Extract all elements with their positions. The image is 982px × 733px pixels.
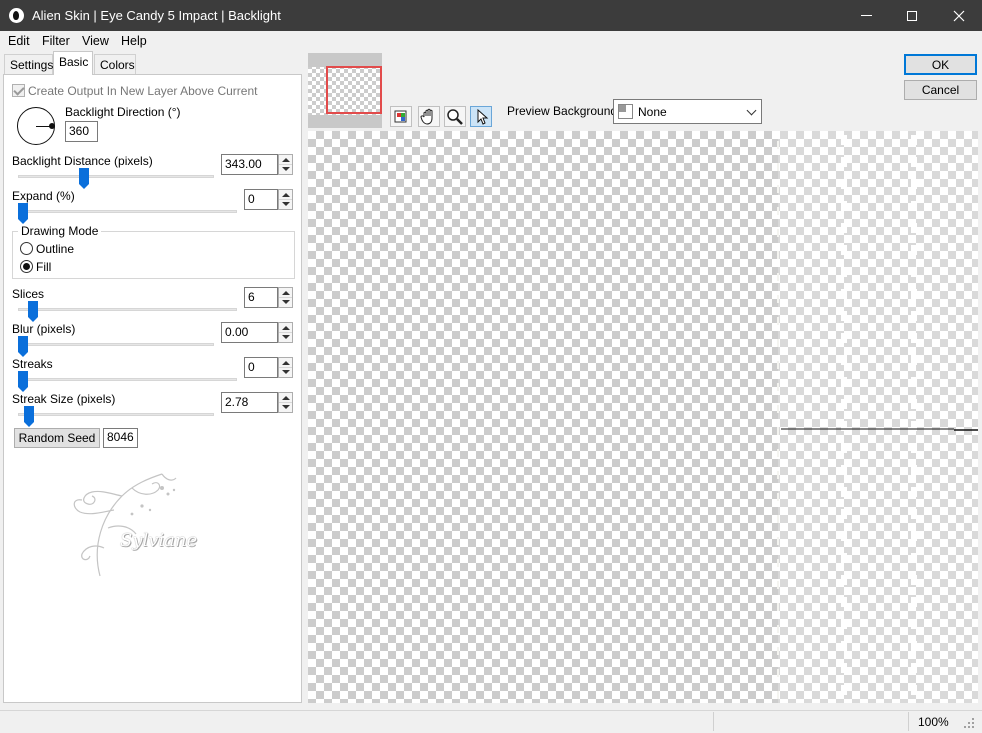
- backlight-distance-input[interactable]: 343.00: [221, 154, 278, 175]
- fill-radio-label[interactable]: Fill: [36, 260, 51, 274]
- blur-slider-thumb[interactable]: [18, 336, 28, 357]
- arrow-select-tool[interactable]: [470, 106, 492, 127]
- blur-spinner[interactable]: [278, 322, 293, 343]
- outline-radio[interactable]: [20, 242, 33, 255]
- tab-settings[interactable]: Settings: [4, 54, 53, 74]
- status-separator: [713, 712, 714, 731]
- streaks-label: Streaks: [12, 357, 53, 371]
- alien-skin-app-icon: [9, 8, 24, 23]
- streaks-input[interactable]: 0: [244, 357, 278, 378]
- maximize-button[interactable]: [889, 0, 935, 31]
- ok-button[interactable]: OK: [904, 54, 977, 75]
- floral-flourish-graphic: [73, 473, 177, 577]
- status-bar: [0, 710, 982, 733]
- preview-background-label: Preview Background:: [507, 104, 621, 118]
- backlight-distance-label: Backlight Distance (pixels): [12, 154, 153, 168]
- streak-size-slider-thumb[interactable]: [23, 406, 34, 427]
- backlight-distance-spinner[interactable]: [278, 154, 293, 175]
- maximize-icon: [907, 10, 917, 21]
- backlight-distance-slider-track[interactable]: [18, 175, 214, 178]
- navigator-view-rectangle[interactable]: [326, 66, 382, 114]
- preview-navigator[interactable]: [308, 53, 382, 128]
- backlight-direction-dial[interactable]: [17, 107, 55, 145]
- arrow-select-icon: [477, 108, 489, 125]
- zoom-magnifier-icon: [447, 109, 463, 125]
- minimize-icon: [860, 15, 872, 16]
- expand-spinner[interactable]: [278, 189, 293, 210]
- backlight-direction-input[interactable]: 360: [65, 121, 98, 142]
- tab-colors[interactable]: Colors: [94, 54, 136, 74]
- slices-slider-thumb[interactable]: [28, 301, 39, 322]
- random-seed-input[interactable]: 8046: [103, 428, 138, 448]
- menu-bar: Edit Filter View Help: [0, 31, 982, 51]
- blur-input[interactable]: 0.00: [221, 322, 278, 343]
- menu-filter[interactable]: Filter: [42, 34, 70, 48]
- blur-label: Blur (pixels): [12, 322, 76, 336]
- streaks-spinner[interactable]: [278, 357, 293, 378]
- create-output-label: Create Output In New Layer Above Current: [28, 84, 258, 98]
- title-bar: Alien Skin | Eye Candy 5 Impact | Backli…: [0, 0, 982, 31]
- random-seed-button[interactable]: Random Seed: [14, 428, 100, 448]
- zoom-level: 100%: [918, 715, 949, 729]
- outline-radio-label[interactable]: Outline: [36, 242, 74, 256]
- backlight-effect-preview: [777, 131, 978, 703]
- status-separator: [908, 712, 909, 731]
- preview-toggle-tool[interactable]: [390, 106, 412, 127]
- menu-edit[interactable]: Edit: [8, 34, 30, 48]
- expand-input[interactable]: 0: [244, 189, 278, 210]
- hand-pan-icon: [420, 108, 433, 125]
- menu-view[interactable]: View: [82, 34, 109, 48]
- preview-canvas[interactable]: [308, 131, 978, 703]
- slices-spinner[interactable]: [278, 287, 293, 308]
- streak-size-label: Streak Size (pixels): [12, 392, 116, 406]
- streak-size-input[interactable]: 2.78: [221, 392, 278, 413]
- transparent-swatch-icon: [618, 104, 633, 119]
- fill-radio[interactable]: [20, 260, 33, 273]
- expand-slider-track[interactable]: [18, 210, 237, 213]
- create-output-checkbox[interactable]: [12, 84, 25, 97]
- slices-slider-track[interactable]: [18, 308, 237, 311]
- zoom-tool[interactable]: [444, 106, 466, 127]
- close-icon: [953, 10, 965, 21]
- close-button[interactable]: [936, 0, 982, 31]
- streak-size-spinner[interactable]: [278, 392, 293, 413]
- signature-watermark: Sylviane: [62, 466, 222, 586]
- expand-slider-thumb[interactable]: [18, 203, 28, 224]
- signature-text: Sylviane: [120, 530, 198, 551]
- backlight-distance-slider-thumb[interactable]: [79, 168, 90, 189]
- slices-label: Slices: [12, 287, 45, 301]
- preview-background-value: None: [638, 105, 667, 119]
- window-title: Alien Skin | Eye Candy 5 Impact | Backli…: [32, 8, 281, 23]
- streaks-slider-track[interactable]: [18, 378, 237, 381]
- hand-pan-tool[interactable]: [418, 106, 440, 127]
- streaks-slider-thumb[interactable]: [18, 371, 28, 392]
- preview-toggle-icon: [394, 110, 407, 123]
- resize-grip-icon[interactable]: [962, 716, 976, 730]
- cancel-button[interactable]: Cancel: [904, 80, 977, 100]
- streak-size-slider-track[interactable]: [18, 413, 214, 416]
- backlight-direction-label: Backlight Direction (°): [65, 105, 181, 119]
- expand-label: Expand (%): [12, 189, 75, 203]
- slices-input[interactable]: 6: [244, 287, 278, 308]
- preview-background-dropdown[interactable]: None: [613, 99, 762, 124]
- menu-help[interactable]: Help: [121, 34, 147, 48]
- blur-slider-track[interactable]: [18, 343, 214, 346]
- minimize-button[interactable]: [843, 0, 889, 31]
- tab-basic[interactable]: Basic: [53, 51, 93, 75]
- chevron-down-icon: [746, 105, 757, 116]
- drawing-mode-label: Drawing Mode: [18, 224, 102, 238]
